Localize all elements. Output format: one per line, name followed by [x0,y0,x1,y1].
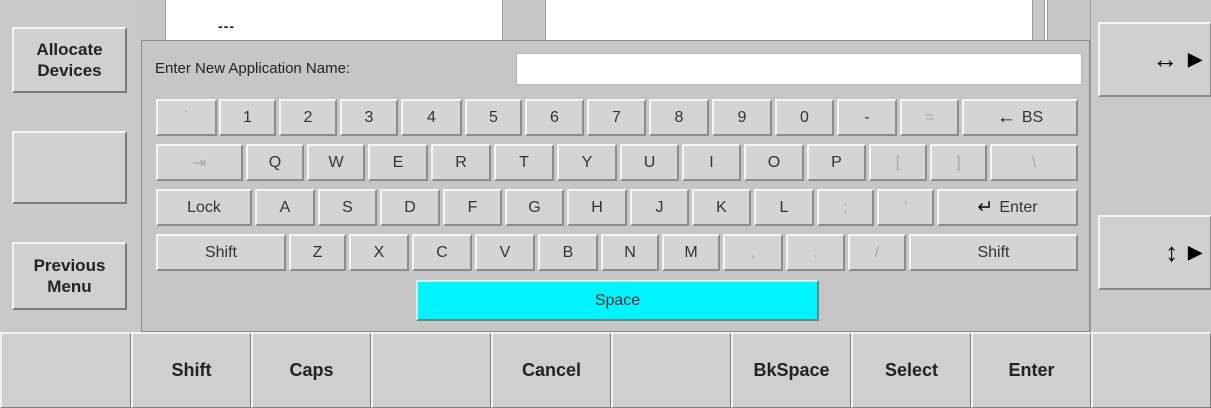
key-m[interactable]: M [662,234,720,271]
softkey-enter[interactable]: Enter [971,332,1091,408]
key-s[interactable]: S [318,189,377,226]
allocate-devices-line2: Devices [37,61,102,80]
key-k[interactable]: K [692,189,751,226]
key-comma[interactable]: , [723,234,783,271]
key-t[interactable]: T [494,144,554,181]
key-5[interactable]: 5 [465,99,522,136]
horizontal-arrow-icon: ↔ [1152,44,1179,74]
key-4[interactable]: 4 [401,99,462,136]
key-apostrophe[interactable]: ' [877,189,934,226]
softkey-blank-1[interactable] [0,332,131,408]
key-w[interactable]: W [307,144,365,181]
key-u[interactable]: U [620,144,679,181]
softkey-shift[interactable]: Shift [131,332,251,408]
previous-menu-line2: Menu [47,277,92,296]
prompt-label: Enter New Application Name: [155,60,351,77]
softkey-bkspace[interactable]: BkSpace [731,332,851,408]
vertical-arrow-icon: ↕ [1165,237,1179,267]
previous-menu-line1: Previous [33,256,106,275]
key-8[interactable]: 8 [649,99,709,136]
key-enter[interactable]: ↵ Enter [937,189,1078,226]
tab-icon: ⇥ [192,154,207,172]
key-6[interactable]: 6 [525,99,584,136]
key-b[interactable]: B [538,234,598,271]
softkey-blank-4[interactable] [1091,332,1211,408]
key-v[interactable]: V [475,234,535,271]
key-9[interactable]: 9 [712,99,772,136]
key-semicolon[interactable]: ; [817,189,874,226]
key-space[interactable]: Space [416,280,819,321]
key-3[interactable]: 3 [340,99,398,136]
softkey-blank-3[interactable] [611,332,731,408]
key-h[interactable]: H [567,189,627,226]
top-dashes: --- [218,18,235,34]
softkey-cancel[interactable]: Cancel [491,332,611,408]
softkey-blank-2[interactable] [371,332,491,408]
key-g[interactable]: G [505,189,564,226]
key-period[interactable]: . [786,234,845,271]
key-j[interactable]: J [630,189,689,226]
allocate-devices-line1: Allocate [36,40,103,59]
key-left-shift[interactable]: Shift [156,234,286,271]
key-equals[interactable]: = [900,99,959,136]
key-minus[interactable]: - [837,99,897,136]
key-caps-lock[interactable]: Lock [156,189,252,226]
key-7[interactable]: 7 [587,99,646,136]
key-o[interactable]: O [744,144,804,181]
softkey-select[interactable]: Select [851,332,971,408]
enter-arrow-icon: ↵ [977,197,994,218]
softkey-caps[interactable]: Caps [251,332,371,408]
backspace-arrow-icon: ← [996,106,1016,128]
key-e[interactable]: E [368,144,428,181]
key-backslash[interactable]: \ [990,144,1078,181]
key-backtick[interactable]: ` [156,99,217,136]
key-backspace[interactable]: ← BS [962,99,1078,136]
key-y[interactable]: Y [557,144,617,181]
key-1[interactable]: 1 [219,99,276,136]
key-n[interactable]: N [601,234,659,271]
key-z[interactable]: Z [289,234,346,271]
key-slash[interactable]: / [848,234,906,271]
top-status-segment: --- [165,0,503,40]
horizontal-adjust-button[interactable]: ↔ ▶ [1098,22,1211,97]
submenu-arrow-icon: ▶ [1188,242,1202,262]
top-divider [1044,0,1048,40]
key-left-bracket[interactable]: [ [869,144,927,181]
key-x[interactable]: X [349,234,409,271]
vertical-adjust-button[interactable]: ↕ ▶ [1098,215,1211,290]
key-d[interactable]: D [380,189,440,226]
key-p[interactable]: P [807,144,866,181]
allocate-devices-button[interactable]: Allocate Devices [12,27,127,93]
key-right-bracket[interactable]: ] [930,144,987,181]
application-name-field[interactable] [516,53,1082,85]
key-i[interactable]: I [682,144,741,181]
top-status-segment-2 [545,0,1033,40]
key-q[interactable]: Q [246,144,304,181]
key-r[interactable]: R [431,144,491,181]
key-0[interactable]: 0 [775,99,834,136]
key-a[interactable]: A [255,189,315,226]
blank-side-button[interactable] [12,131,127,204]
key-right-shift[interactable]: Shift [909,234,1078,271]
key-l[interactable]: L [754,189,814,226]
key-tab[interactable]: ⇥ [156,144,243,181]
submenu-arrow-icon: ▶ [1188,49,1202,69]
key-f[interactable]: F [443,189,502,226]
previous-menu-button[interactable]: Previous Menu [12,242,127,310]
key-2[interactable]: 2 [279,99,337,136]
key-c[interactable]: C [412,234,472,271]
